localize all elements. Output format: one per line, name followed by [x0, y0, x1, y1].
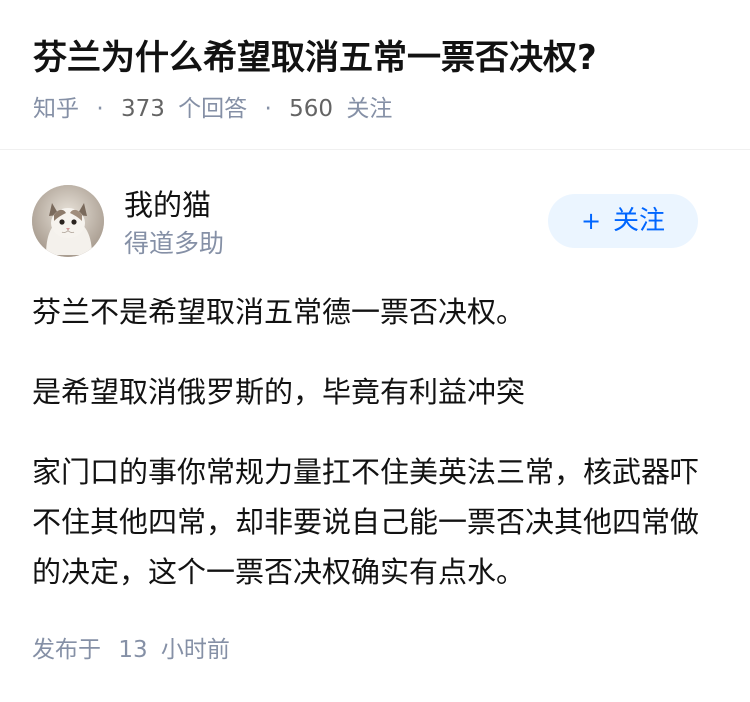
answer-paragraph: 是希望取消俄罗斯的，毕竟有利益冲突: [32, 375, 526, 409]
follow-count-label[interactable]: 关注: [346, 96, 392, 122]
answer-count: 373: [120, 96, 165, 122]
author-bio: 得道多助: [124, 229, 225, 258]
question-title[interactable]: 芬兰为什么希望取消五常一票否决权?: [33, 32, 597, 84]
answer-count-label[interactable]: 个回答: [178, 96, 247, 122]
separator-dot: ·: [96, 96, 104, 122]
answer-card: 我的猫 得道多助 + 关注 芬兰不是希望取消五常德一票否决权。 是希望取消俄罗斯的…: [0, 151, 750, 702]
cat-avatar-icon[interactable]: [32, 185, 104, 257]
question-header: 芬兰为什么希望取消五常一票否决权? 知乎 · 373 个回答 · 560 关注: [0, 0, 750, 150]
publish-time: 发布于 13 小时前: [32, 633, 230, 667]
question-meta: 知乎 · 373 个回答 · 560 关注: [33, 92, 392, 126]
author-name[interactable]: 我的猫: [124, 185, 211, 225]
publish-unit: 小时前: [160, 637, 230, 663]
separator-dot: ·: [264, 96, 272, 122]
plus-icon: +: [580, 207, 602, 235]
follow-author-button[interactable]: + 关注: [548, 194, 698, 248]
follow-count: 560: [289, 96, 333, 122]
answer-paragraph: 家门口的事你常规力量扛不住美英法三常，核武器吓不住其他四常，却非要说自己能一票否…: [32, 455, 700, 589]
source-label[interactable]: 知乎: [33, 96, 79, 122]
answer-paragraph: 芬兰不是希望取消五常德一票否决权。: [32, 295, 526, 329]
answer-content: 芬兰不是希望取消五常德一票否决权。 是希望取消俄罗斯的，毕竟有利益冲突 家门口的…: [32, 287, 722, 627]
publish-number: 13: [118, 637, 148, 663]
follow-button-label: 关注: [613, 206, 666, 236]
cat-avatar-image: [32, 185, 104, 257]
publish-prefix: 发布于: [32, 637, 101, 663]
